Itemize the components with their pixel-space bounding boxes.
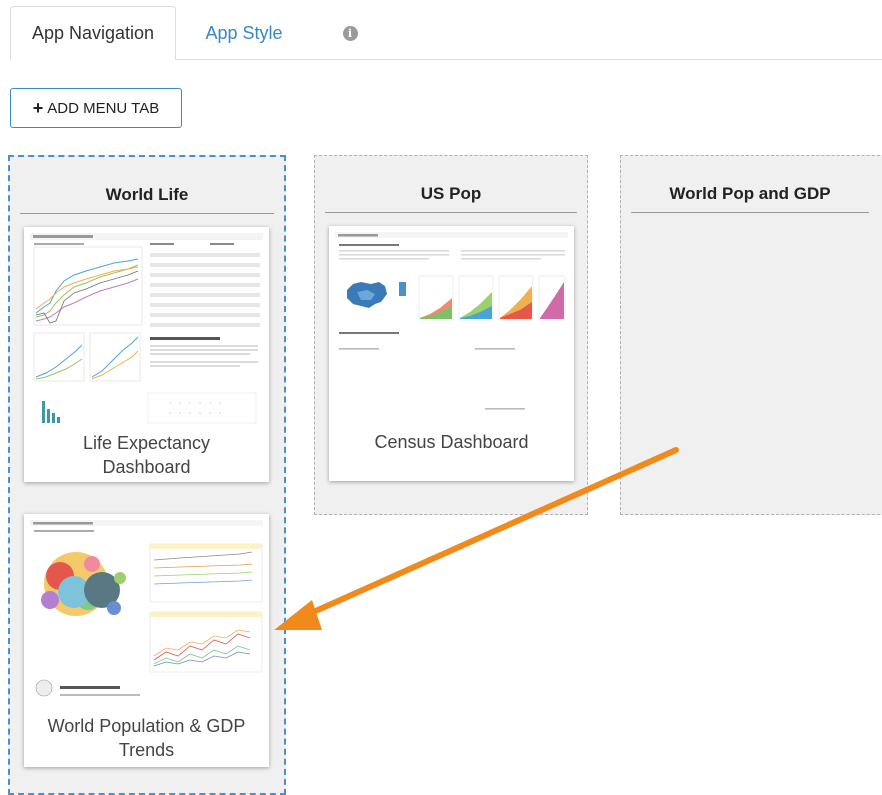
dashboard-card-label: Life Expectancy Dashboard (82, 433, 211, 477)
column-title: US Pop (420, 184, 482, 203)
dashboard-card-label: Census Dashboard (374, 432, 529, 452)
dashboard-card-label: World Population & GDP Trends (47, 716, 246, 760)
tab-bar: App Navigation App Style i (10, 0, 882, 60)
dashboard-thumbnail (335, 232, 568, 422)
tab-app-style[interactable]: App Style (190, 6, 298, 60)
menu-column-world-pop-gdp[interactable]: World Pop and GDP (620, 155, 882, 515)
dashboard-thumbnail (30, 233, 263, 425)
tab-info[interactable]: i (330, 6, 370, 60)
dashboard-card-life-expectancy[interactable]: Life Expectancy Dashboard (24, 227, 269, 482)
column-divider (20, 213, 274, 214)
column-title: World Pop and GDP (669, 184, 831, 203)
menu-column-world-life[interactable]: World Life Life Expectancy Dashboard Wor… (8, 155, 286, 795)
menu-column-us-pop[interactable]: US Pop Census Dashboard (314, 155, 588, 515)
dashboard-card-census[interactable]: Census Dashboard (329, 226, 574, 481)
dashboard-card-world-population-gdp[interactable]: World Population & GDP Trends (24, 514, 269, 767)
add-menu-tab-label: ADD MENU TAB (47, 99, 160, 117)
column-divider (325, 212, 577, 213)
add-menu-tab-button[interactable]: + ADD MENU TAB (10, 88, 182, 128)
tab-app-navigation[interactable]: App Navigation (10, 6, 176, 60)
plus-icon: + (32, 98, 44, 118)
info-icon: i (342, 25, 358, 41)
column-title: World Life (105, 185, 189, 204)
column-divider (631, 212, 869, 213)
dashboard-thumbnail (30, 520, 263, 702)
